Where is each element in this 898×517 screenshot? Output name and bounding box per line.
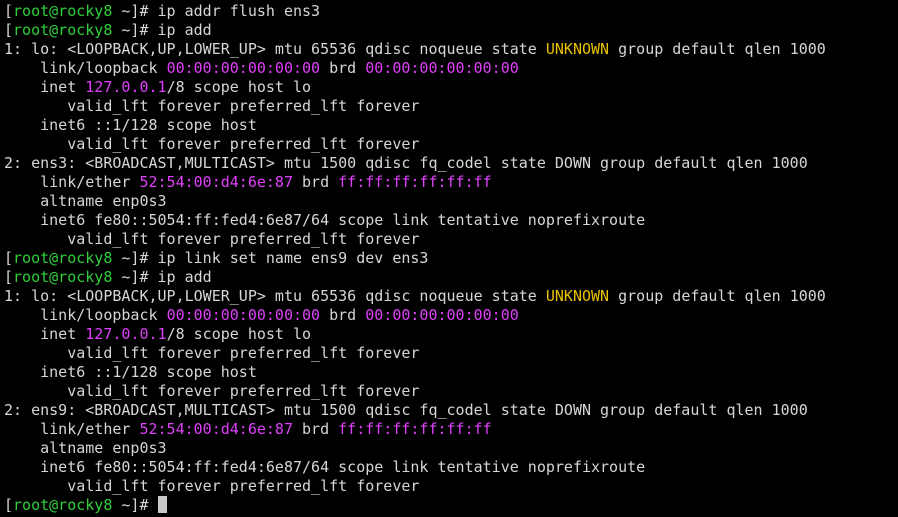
output-line: inet 127.0.0.1/8 scope host lo — [4, 78, 898, 97]
command-text: ip addr flush ens3 — [157, 2, 321, 20]
output-line: altname enp0s3 — [4, 192, 898, 211]
output-line: link/loopback 00:00:00:00:00:00 brd 00:0… — [4, 59, 898, 78]
command-text: ip add — [157, 21, 212, 39]
prompt-bracket: [ — [4, 496, 14, 514]
output-text: inet6 ::1/128 scope host — [4, 363, 257, 381]
output-line: valid_lft forever preferred_lft forever — [4, 230, 898, 249]
prompt-bracket: [ — [4, 268, 14, 286]
prompt-dir: ~]# — [112, 496, 158, 514]
output-text: inet6 fe80::5054:ff:fed4:6e87/64 scope l… — [4, 458, 646, 476]
prompt-bracket: [ — [4, 21, 14, 39]
prompt-line: [root@rocky8 ~]# — [4, 496, 898, 515]
output-line: link/ether 52:54:00:d4:6e:87 brd ff:ff:f… — [4, 173, 898, 192]
output-line: valid_lft forever preferred_lft forever — [4, 382, 898, 401]
address-value: ff:ff:ff:ff:ff:ff — [338, 420, 492, 438]
output-text: brd — [320, 59, 366, 77]
output-line: altname enp0s3 — [4, 439, 898, 458]
output-line: link/ether 52:54:00:d4:6e:87 brd ff:ff:f… — [4, 420, 898, 439]
output-text: altname enp0s3 — [4, 439, 167, 457]
output-line: valid_lft forever preferred_lft forever — [4, 477, 898, 496]
state-value: UNKNOWN — [545, 40, 610, 58]
prompt-bracket: [ — [4, 249, 14, 267]
output-text: 2: ens3: <BROADCAST,MULTICAST> mtu 1500 … — [4, 154, 808, 172]
output-line: inet6 fe80::5054:ff:fed4:6e87/64 scope l… — [4, 211, 898, 230]
prompt-user-host: root@rocky8 — [13, 268, 113, 286]
output-text: brd — [293, 420, 339, 438]
output-text: valid_lft forever preferred_lft forever — [4, 135, 420, 153]
prompt-line: [root@rocky8 ~]# ip addr flush ens3 — [4, 2, 898, 21]
output-text: brd — [320, 306, 366, 324]
output-line: valid_lft forever preferred_lft forever — [4, 97, 898, 116]
prompt-dir: ~]# — [112, 249, 158, 267]
address-value: 52:54:00:d4:6e:87 — [139, 420, 293, 438]
output-text: inet — [4, 325, 86, 343]
address-value: 127.0.0.1 — [85, 78, 167, 96]
address-value: 52:54:00:d4:6e:87 — [139, 173, 293, 191]
output-line: inet6 fe80::5054:ff:fed4:6e87/64 scope l… — [4, 458, 898, 477]
output-text: valid_lft forever preferred_lft forever — [4, 382, 420, 400]
output-text: altname enp0s3 — [4, 192, 167, 210]
command-text: ip add — [157, 268, 212, 286]
output-text: valid_lft forever preferred_lft forever — [4, 230, 420, 248]
output-text: 2: ens9: <BROADCAST,MULTICAST> mtu 1500 … — [4, 401, 808, 419]
output-line: 2: ens3: <BROADCAST,MULTICAST> mtu 1500 … — [4, 154, 898, 173]
address-value: 00:00:00:00:00:00 — [166, 306, 321, 324]
output-text: /8 scope host lo — [166, 325, 312, 343]
prompt-line: [root@rocky8 ~]# ip link set name ens9 d… — [4, 249, 898, 268]
terminal-window[interactable]: [root@rocky8 ~]# ip addr flush ens3 [root… — [0, 0, 898, 517]
output-text: link/loopback — [4, 59, 167, 77]
address-value: ff:ff:ff:ff:ff:ff — [338, 173, 492, 191]
prompt-dir: ~]# — [112, 2, 158, 20]
output-line: inet6 ::1/128 scope host — [4, 363, 898, 382]
output-line: inet 127.0.0.1/8 scope host lo — [4, 325, 898, 344]
output-text: inet6 ::1/128 scope host — [4, 116, 257, 134]
prompt-line: [root@rocky8 ~]# ip add — [4, 21, 898, 40]
state-value: UNKNOWN — [545, 287, 610, 305]
output-text: group default qlen 1000 — [609, 40, 826, 58]
prompt-user-host: root@rocky8 — [13, 2, 113, 20]
output-text: 1: lo: <LOOPBACK,UP,LOWER_UP> mtu 65536 … — [4, 40, 546, 58]
address-value: 00:00:00:00:00:00 — [365, 59, 519, 77]
address-value: 00:00:00:00:00:00 — [365, 306, 519, 324]
output-text: group default qlen 1000 — [609, 287, 826, 305]
prompt-line: [root@rocky8 ~]# ip add — [4, 268, 898, 287]
output-line: inet6 ::1/128 scope host — [4, 116, 898, 135]
output-line: 2: ens9: <BROADCAST,MULTICAST> mtu 1500 … — [4, 401, 898, 420]
output-text: /8 scope host lo — [166, 78, 312, 96]
output-text: link/ether — [4, 420, 140, 438]
output-text: link/loopback — [4, 306, 167, 324]
output-text: link/ether — [4, 173, 140, 191]
address-value: 00:00:00:00:00:00 — [166, 59, 321, 77]
output-text: valid_lft forever preferred_lft forever — [4, 97, 420, 115]
prompt-user-host: root@rocky8 — [13, 496, 113, 514]
output-text: 1: lo: <LOOPBACK,UP,LOWER_UP> mtu 65536 … — [4, 287, 546, 305]
output-line: valid_lft forever preferred_lft forever — [4, 135, 898, 154]
output-line: link/loopback 00:00:00:00:00:00 brd 00:0… — [4, 306, 898, 325]
output-text: brd — [293, 173, 339, 191]
output-line: 1: lo: <LOOPBACK,UP,LOWER_UP> mtu 65536 … — [4, 287, 898, 306]
address-value: 127.0.0.1 — [85, 325, 167, 343]
command-text: ip link set name ens9 dev ens3 — [157, 249, 429, 267]
prompt-dir: ~]# — [112, 21, 158, 39]
prompt-bracket: [ — [4, 2, 14, 20]
prompt-user-host: root@rocky8 — [13, 249, 113, 267]
output-text: inet — [4, 78, 86, 96]
prompt-dir: ~]# — [112, 268, 158, 286]
output-text: valid_lft forever preferred_lft forever — [4, 477, 420, 495]
output-text: valid_lft forever preferred_lft forever — [4, 344, 420, 362]
text-cursor[interactable] — [157, 496, 167, 513]
output-line: valid_lft forever preferred_lft forever — [4, 344, 898, 363]
prompt-user-host: root@rocky8 — [13, 21, 113, 39]
output-line: 1: lo: <LOOPBACK,UP,LOWER_UP> mtu 65536 … — [4, 40, 898, 59]
output-text: inet6 fe80::5054:ff:fed4:6e87/64 scope l… — [4, 211, 646, 229]
